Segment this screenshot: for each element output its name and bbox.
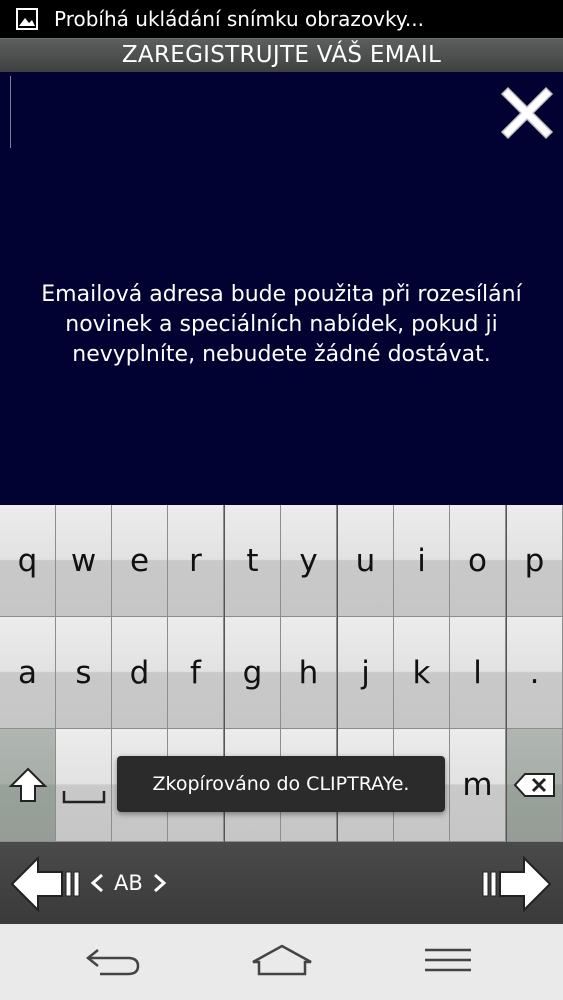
- back-icon[interactable]: [84, 942, 144, 982]
- page-title: ZAREGISTRUJTE VÁŠ EMAIL: [0, 38, 563, 72]
- key-q[interactable]: q: [0, 505, 56, 617]
- close-icon[interactable]: [498, 84, 556, 142]
- navigation-bar: [0, 924, 563, 1000]
- key-w[interactable]: w: [56, 505, 112, 617]
- key-m[interactable]: m: [450, 729, 506, 842]
- key-t[interactable]: t: [225, 505, 281, 617]
- key-u[interactable]: u: [338, 505, 394, 617]
- backspace-key[interactable]: [507, 729, 563, 842]
- key-e[interactable]: e: [112, 505, 168, 617]
- notification-text: Probíhá ukládání snímku obrazovky...: [54, 7, 424, 31]
- cursor-left-icon[interactable]: [10, 856, 82, 912]
- key-y[interactable]: y: [281, 505, 337, 617]
- key-f[interactable]: f: [168, 617, 224, 729]
- language-label: AB: [114, 871, 143, 895]
- info-line: novinek a speciálních nabídek, pokud ji: [65, 312, 498, 337]
- info-line: Emailová adresa bude použita při rozesíl…: [41, 282, 522, 307]
- key-g[interactable]: g: [225, 617, 281, 729]
- image-notification-icon: [16, 8, 38, 30]
- text-cursor: [10, 76, 11, 148]
- key-o[interactable]: o: [450, 505, 506, 617]
- key-period[interactable]: .: [507, 617, 563, 729]
- menu-icon[interactable]: [422, 942, 474, 982]
- chevron-right-icon[interactable]: [153, 873, 167, 893]
- info-text: Emailová adresa bude použita při rozesíl…: [0, 280, 563, 370]
- status-bar: Probíhá ukládání snímku obrazovky...: [0, 0, 563, 38]
- key-k[interactable]: k: [394, 617, 450, 729]
- key-j[interactable]: j: [338, 617, 394, 729]
- key-a[interactable]: a: [0, 617, 56, 729]
- space-icon: [62, 791, 105, 804]
- email-dialog: Emailová adresa bude použita při rozesíl…: [0, 72, 563, 505]
- shift-key[interactable]: [0, 729, 56, 842]
- toast-message: Zkopírováno do CLIPTRAYe.: [117, 756, 445, 812]
- key-d[interactable]: d: [112, 617, 168, 729]
- key-p[interactable]: p: [507, 505, 563, 617]
- key-r[interactable]: r: [168, 505, 224, 617]
- key-s[interactable]: s: [56, 617, 112, 729]
- backspace-icon: [513, 773, 555, 797]
- key-l[interactable]: l: [450, 617, 506, 729]
- key-i[interactable]: i: [394, 505, 450, 617]
- shift-icon: [8, 767, 47, 802]
- home-icon[interactable]: [250, 942, 314, 982]
- cursor-right-icon[interactable]: [480, 856, 552, 912]
- info-line: nevyplníte, nebudete žádné dostávat.: [72, 342, 491, 367]
- language-switch[interactable]: AB: [90, 866, 167, 900]
- chevron-left-icon[interactable]: [90, 873, 104, 893]
- key-h[interactable]: h: [281, 617, 337, 729]
- space-key[interactable]: [56, 729, 112, 842]
- keyboard-toolbar: AB: [0, 842, 563, 924]
